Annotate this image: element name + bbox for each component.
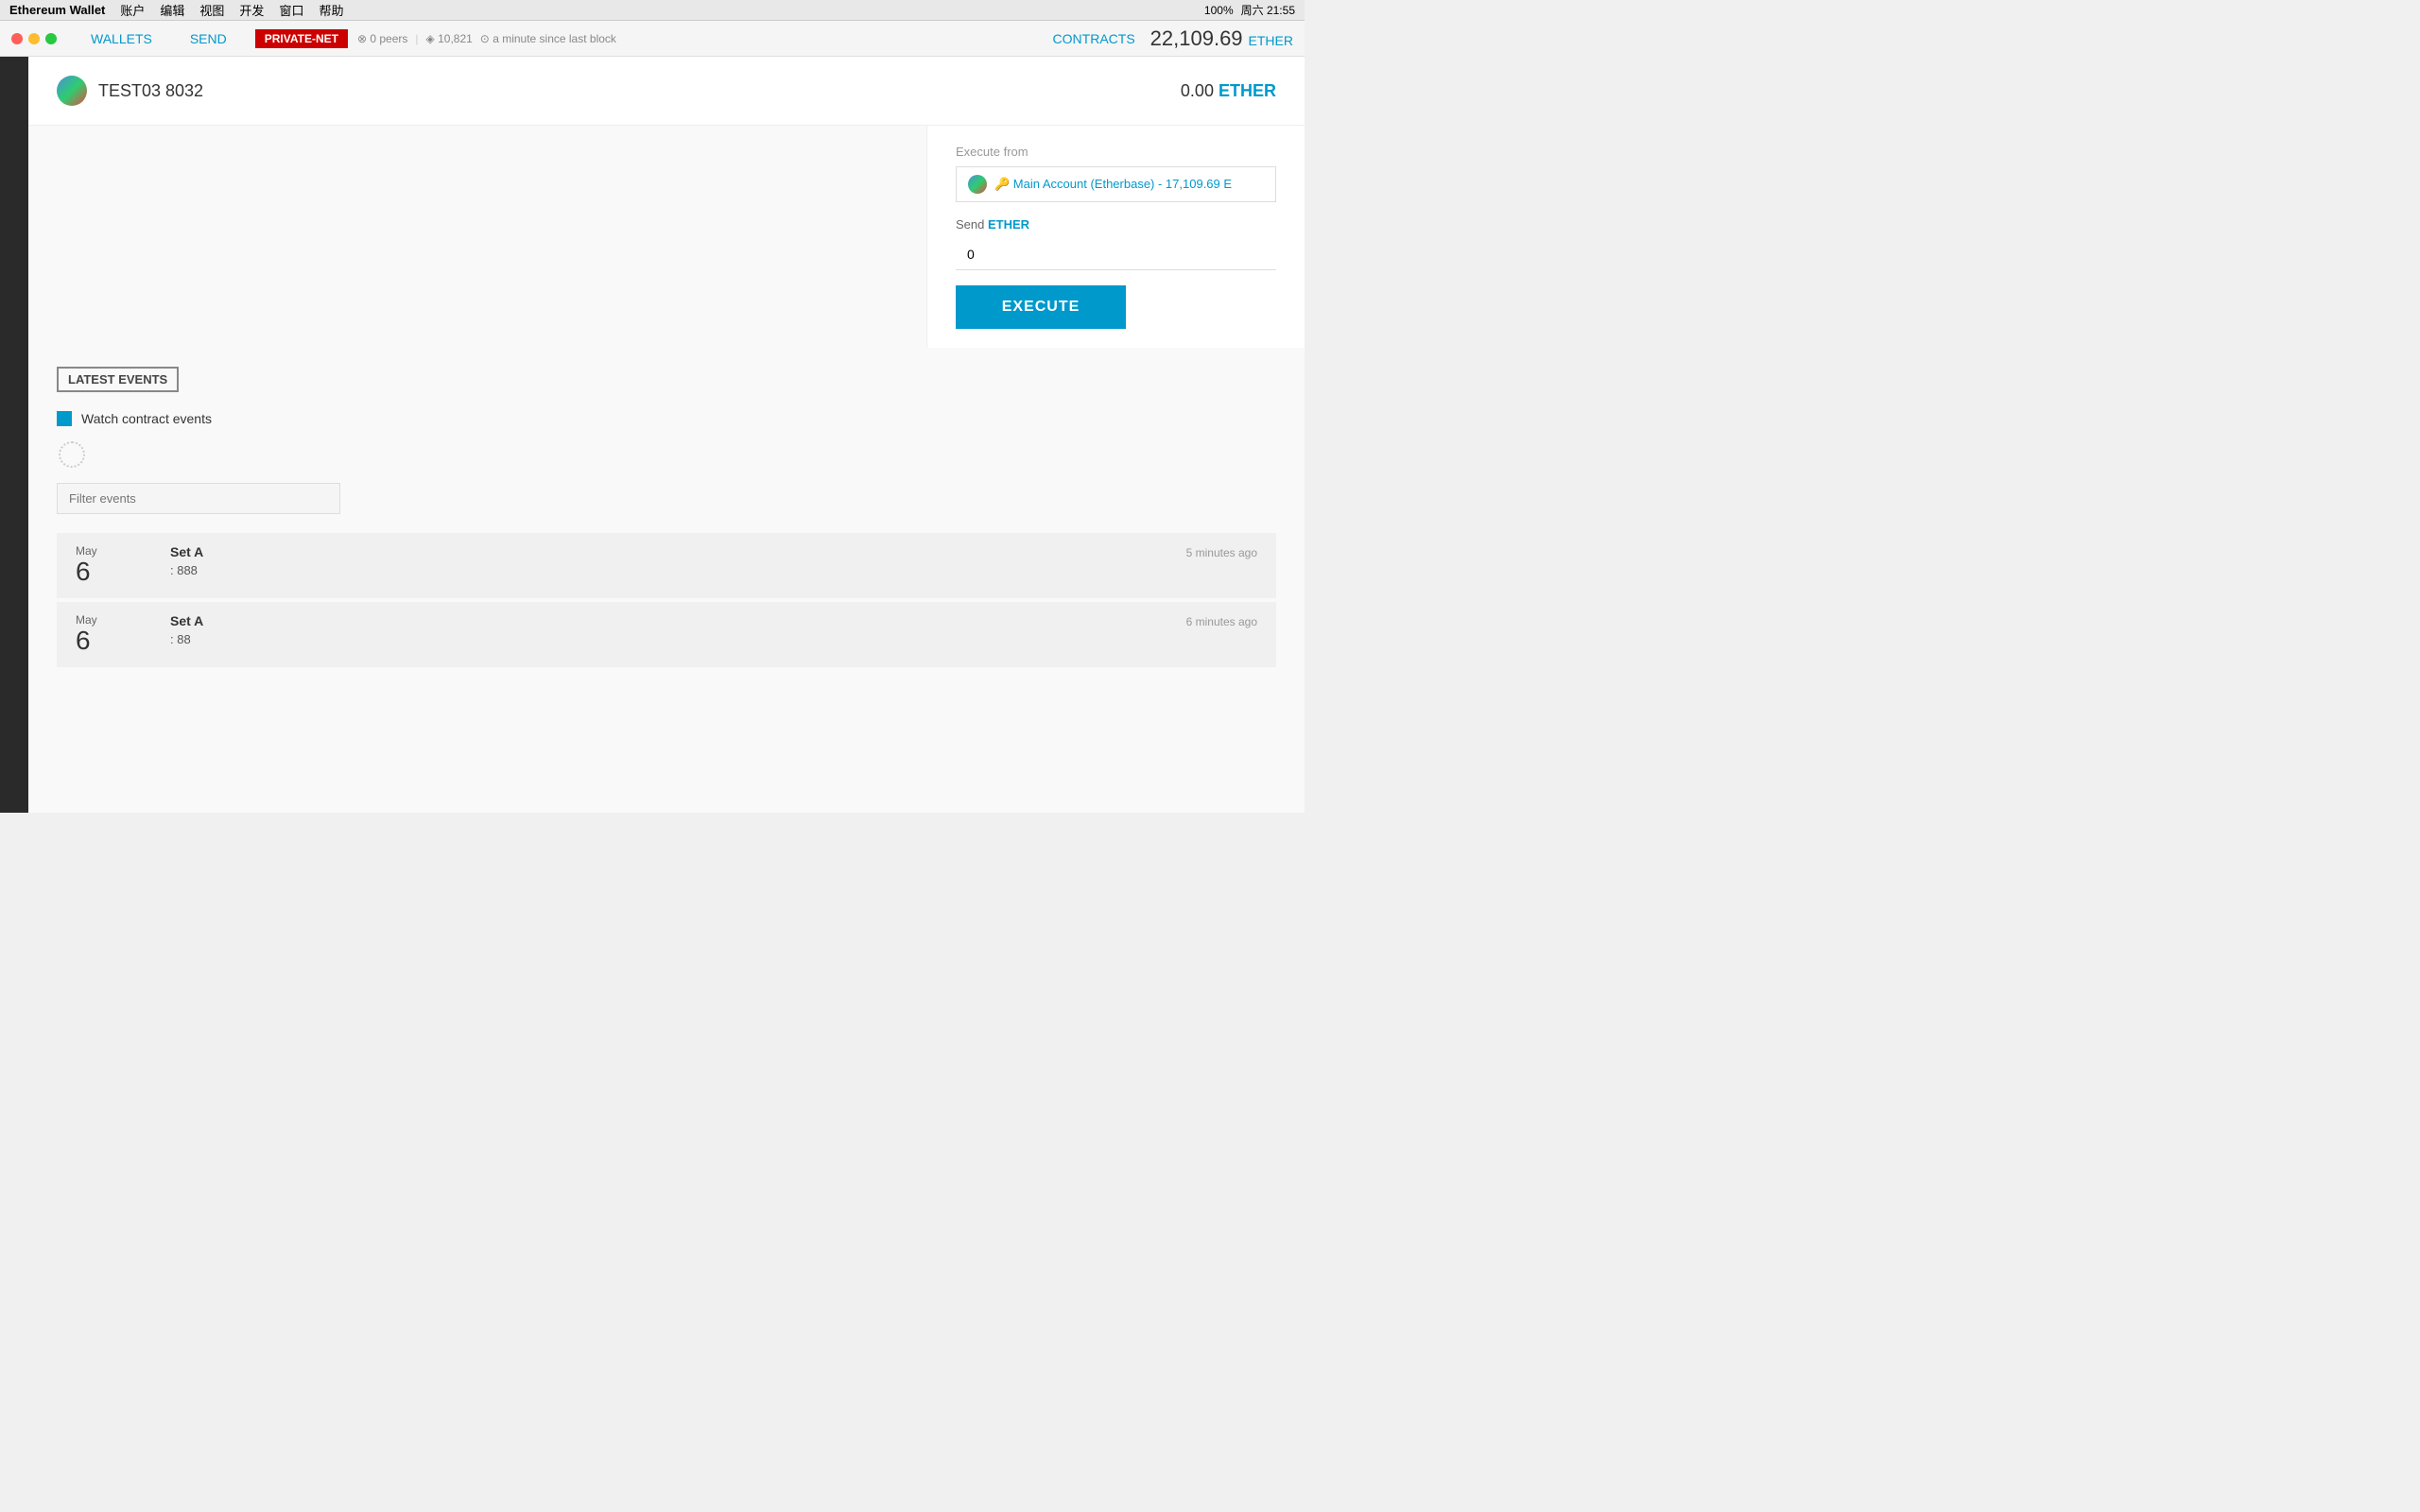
event-name-0: Set A <box>170 544 1186 559</box>
account-name: 🔑 Main Account (Etherbase) - 17,109.69 E <box>994 177 1232 192</box>
contract-name: TEST03 8032 <box>98 81 203 101</box>
event-time-1: 6 minutes ago <box>1186 613 1257 628</box>
event-day-0: 6 <box>76 558 151 587</box>
watch-events-checkbox[interactable] <box>57 411 72 426</box>
private-net-badge: PRIVATE-NET <box>255 29 348 48</box>
main-content: TEST03 8032 0.00 ETHER Execute from � <box>28 57 1305 813</box>
balance-currency: ETHER <box>1249 33 1293 48</box>
battery: 100% <box>1204 4 1234 17</box>
titlebar: WALLETS SEND PRIVATE-NET ⊗ 0 peers | ◈ 1… <box>0 21 1305 57</box>
watch-events-label: Watch contract events <box>81 411 212 426</box>
execute-button[interactable]: EXECUTE <box>956 285 1126 329</box>
menu-items[interactable]: 账户 编辑 视图 开发 窗口 帮助 <box>120 1 343 19</box>
event-value-1: : 88 <box>170 632 1186 646</box>
contract-balance-amount: 0.00 <box>1181 81 1214 100</box>
traffic-lights[interactable] <box>11 33 57 44</box>
clock: 周六 21:55 <box>1241 2 1295 18</box>
send-currency: ETHER <box>988 217 1029 232</box>
tab-send[interactable]: SEND <box>171 21 246 57</box>
sep1: | <box>415 32 418 45</box>
menu-dev[interactable]: 开发 <box>239 1 264 19</box>
event-row: May 6 Set A : 88 6 minutes ago <box>57 602 1276 667</box>
content-area: Execute from 🔑 Main Account (Etherbase) … <box>28 126 1305 348</box>
contract-balance-currency: ETHER <box>1219 81 1276 100</box>
spinner-circle <box>59 441 85 468</box>
maximize-button[interactable] <box>45 33 57 44</box>
blocks-count: ◈ 10,821 <box>426 32 473 45</box>
network-info: ⊗ 0 peers | ◈ 10,821 ⊙ a minute since la… <box>357 32 1053 45</box>
left-panel <box>28 126 926 348</box>
contract-icon <box>57 76 87 106</box>
layout: TEST03 8032 0.00 ETHER Execute from � <box>0 57 1305 813</box>
event-date-0: May 6 <box>76 544 151 587</box>
event-name-1: Set A <box>170 613 1186 628</box>
event-date-1: May 6 <box>76 613 151 656</box>
menu-view[interactable]: 视图 <box>199 1 224 19</box>
menubar-right: 100% 周六 21:55 <box>1204 2 1295 18</box>
event-month-1: May <box>76 613 151 627</box>
minimize-button[interactable] <box>28 33 40 44</box>
event-time-0: 5 minutes ago <box>1186 544 1257 559</box>
balance-display: 22,109.69 ETHER <box>1150 26 1293 51</box>
loading-spinner <box>59 441 85 468</box>
account-selector[interactable]: 🔑 Main Account (Etherbase) - 17,109.69 E <box>956 166 1276 202</box>
contract-balance: 0.00 ETHER <box>1181 81 1276 101</box>
right-panel: Execute from 🔑 Main Account (Etherbase) … <box>926 126 1305 348</box>
menu-accounts[interactable]: 账户 <box>120 1 145 19</box>
peers-count: ⊗ 0 peers <box>357 32 407 45</box>
menu-help[interactable]: 帮助 <box>319 1 343 19</box>
events-section-header: LATEST EVENTS <box>57 367 179 392</box>
execute-from-label: Execute from <box>956 145 1276 159</box>
tab-wallets[interactable]: WALLETS <box>72 21 171 57</box>
send-amount-input[interactable] <box>956 239 1276 270</box>
balance-amount: 22,109.69 <box>1150 26 1243 51</box>
event-day-1: 6 <box>76 627 151 656</box>
close-button[interactable] <box>11 33 23 44</box>
event-row: May 6 Set A : 888 5 minutes ago <box>57 533 1276 598</box>
menu-window[interactable]: 窗口 <box>279 1 303 19</box>
nav-tabs: WALLETS SEND PRIVATE-NET ⊗ 0 peers | ◈ 1… <box>72 21 1293 57</box>
event-details-1: Set A : 88 <box>151 613 1186 656</box>
event-value-0: : 888 <box>170 563 1186 577</box>
contract-identity: TEST03 8032 <box>57 76 203 106</box>
event-rows-container: May 6 Set A : 888 5 minutes ago May 6 Se… <box>57 533 1276 667</box>
event-details-0: Set A : 888 <box>151 544 1186 587</box>
sidebar <box>0 57 28 813</box>
app-window: WALLETS SEND PRIVATE-NET ⊗ 0 peers | ◈ 1… <box>0 21 1305 813</box>
events-section: LATEST EVENTS Watch contract events May … <box>28 348 1305 690</box>
send-label: Send ETHER <box>956 217 1276 232</box>
watch-events-row: Watch contract events <box>57 411 1276 426</box>
contract-header: TEST03 8032 0.00 ETHER <box>28 57 1305 126</box>
menubar: Ethereum Wallet 账户 编辑 视图 开发 窗口 帮助 100% 周… <box>0 0 1305 21</box>
tab-contracts[interactable]: CONTRACTS <box>1053 31 1135 46</box>
last-block-time: ⊙ a minute since last block <box>480 32 616 45</box>
menu-edit[interactable]: 编辑 <box>160 1 184 19</box>
event-month-0: May <box>76 544 151 558</box>
filter-events-input[interactable] <box>57 483 340 514</box>
account-icon <box>968 175 987 194</box>
app-name: Ethereum Wallet <box>9 3 105 17</box>
